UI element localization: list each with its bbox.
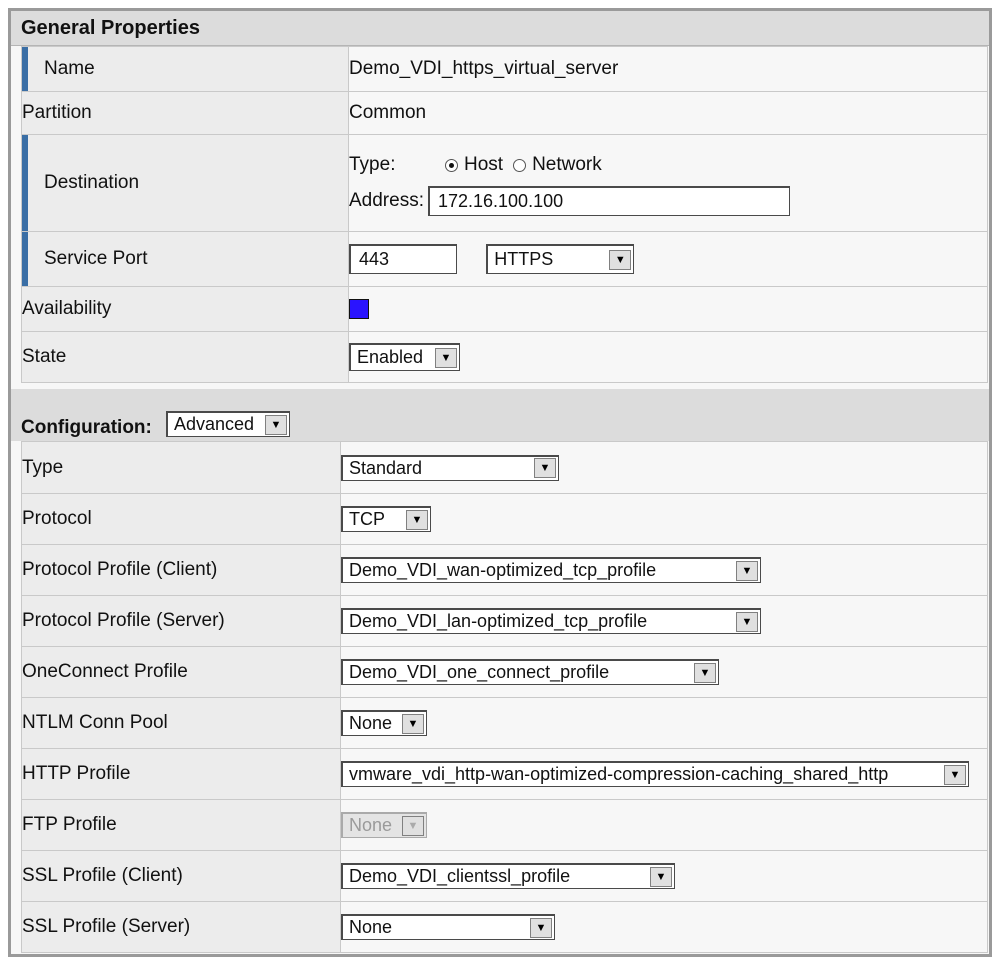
config-row-label: NTLM Conn Pool [21, 697, 341, 749]
config-select-value: TCP [349, 509, 385, 529]
config-row-value: None ▼ [340, 901, 988, 953]
config-select[interactable]: TCP ▼ [341, 506, 431, 532]
general-properties-table: Name Demo_VDI_https_virtual_server Parti… [21, 46, 988, 383]
state-select-value: Enabled [357, 347, 424, 367]
availability-label: Availability [21, 286, 349, 332]
config-row-value: TCP ▼ [340, 493, 988, 545]
config-select[interactable]: Demo_VDI_one_connect_profile ▼ [341, 659, 719, 685]
config-select[interactable]: Demo_VDI_clientssl_profile ▼ [341, 863, 675, 889]
config-row-label: Protocol [21, 493, 341, 545]
config-select-value: vmware_vdi_http-wan-optimized-compressio… [349, 764, 889, 784]
config-row-value: Standard ▼ [340, 441, 988, 494]
chevron-down-icon: ▼ [530, 917, 552, 938]
address-input[interactable]: 172.16.100.100 [427, 186, 790, 216]
host-radio-label: Host [464, 154, 504, 175]
config-row-label: Protocol Profile (Client) [21, 544, 341, 596]
config-row-label: OneConnect Profile [21, 646, 341, 698]
partition-label: Partition [21, 91, 349, 135]
config-row-value: None ▼ [340, 799, 988, 851]
chevron-down-icon: ▼ [406, 509, 428, 530]
host-radio[interactable] [445, 158, 458, 172]
chevron-down-icon: ▼ [609, 249, 632, 270]
chevron-down-icon: ▼ [694, 662, 716, 683]
configuration-mode-value: Advanced [174, 414, 255, 434]
configuration-mode-select[interactable]: Advanced ▼ [166, 411, 290, 437]
config-select[interactable]: Demo_VDI_wan-optimized_tcp_profile ▼ [341, 557, 761, 583]
chevron-down-icon: ▼ [435, 347, 457, 368]
service-port-select-value: HTTPS [494, 249, 554, 269]
config-select-value: None [349, 917, 393, 937]
chevron-down-icon: ▼ [534, 458, 556, 478]
address-label: Address: [349, 190, 424, 211]
config-select-value: Demo_VDI_clientssl_profile [349, 866, 571, 886]
config-select[interactable]: None ▼ [341, 914, 555, 940]
config-row-label: SSL Profile (Client) [21, 850, 341, 902]
chevron-down-icon: ▼ [265, 414, 287, 435]
config-select[interactable]: None ▼ [341, 710, 427, 736]
chevron-down-icon: ▼ [736, 611, 758, 632]
config-row: OneConnect Profile Demo_VDI_one_connect_p… [21, 646, 988, 698]
availability-status-icon [349, 298, 369, 319]
config-row-value: Demo_VDI_one_connect_profile ▼ [340, 646, 988, 698]
config-row: SSL Profile (Client) Demo_VDI_clientssl_p… [21, 850, 988, 902]
config-row: Protocol Profile (Client) Demo_VDI_wan-op… [21, 544, 988, 596]
state-label: State [21, 331, 349, 383]
config-row: Type Standard ▼ [21, 441, 988, 494]
config-row: HTTP Profile vmware_vdi_http-wan-optimize… [21, 748, 988, 800]
general-properties-header: General Properties [11, 11, 989, 46]
configuration-table: Type Standard ▼ Protocol TCP ▼ Protocol Profil… [21, 441, 988, 953]
config-row-label: Type [21, 441, 341, 494]
destination-field: Type: Host Network Address: 172.16.100.1… [348, 134, 988, 232]
config-row: Protocol Profile (Server) Demo_VDI_lan-op… [21, 595, 988, 647]
config-row-value: vmware_vdi_http-wan-optimized-compressio… [340, 748, 988, 800]
network-radio-label: Network [532, 154, 602, 175]
state-select[interactable]: Enabled ▼ [349, 343, 460, 371]
config-select[interactable]: Standard ▼ [341, 454, 559, 481]
config-row-value: None ▼ [340, 697, 988, 749]
config-select-value: Demo_VDI_one_connect_profile [349, 662, 610, 682]
chevron-down-icon: ▼ [736, 560, 758, 581]
chevron-down-icon: ▼ [402, 815, 424, 836]
service-port-input[interactable]: 443 [349, 244, 457, 274]
config-select[interactable]: vmware_vdi_http-wan-optimized-compressio… [341, 761, 969, 787]
service-port-label: Service Port [21, 231, 349, 287]
config-select-value: Demo_VDI_lan-optimized_tcp_profile [349, 611, 648, 631]
partition-value: Common [348, 91, 988, 135]
config-select-value: Standard [349, 457, 423, 478]
config-select[interactable]: Demo_VDI_lan-optimized_tcp_profile ▼ [341, 608, 761, 634]
config-select-value: None [349, 713, 393, 733]
config-row: NTLM Conn Pool None ▼ [21, 697, 988, 749]
config-row: FTP Profile None ▼ [21, 799, 988, 851]
config-row-value: Demo_VDI_lan-optimized_tcp_profile ▼ [340, 595, 988, 647]
config-row: SSL Profile (Server) None ▼ [21, 901, 988, 953]
service-port-select[interactable]: HTTPS ▼ [486, 244, 635, 274]
virtual-server-properties-panel: General Properties Name Demo_VDI_https_v… [8, 8, 992, 957]
configuration-header: Configuration: Advanced ▼ [11, 389, 989, 441]
chevron-down-icon: ▼ [650, 866, 672, 887]
config-select: None ▼ [341, 812, 427, 838]
destination-type-label: Type: [349, 154, 396, 175]
config-select-value: Demo_VDI_wan-optimized_tcp_profile [349, 560, 657, 580]
chevron-down-icon: ▼ [402, 713, 424, 734]
name-label: Name [21, 46, 349, 92]
config-row-value: Demo_VDI_wan-optimized_tcp_profile ▼ [340, 544, 988, 596]
config-row-label: Protocol Profile (Server) [21, 595, 341, 647]
chevron-down-icon: ▼ [944, 764, 966, 785]
config-row-label: SSL Profile (Server) [21, 901, 341, 953]
state-field: Enabled ▼ [348, 331, 988, 383]
configuration-label: Configuration: [21, 417, 152, 438]
config-row-label: FTP Profile [21, 799, 341, 851]
availability-field [348, 286, 988, 332]
service-port-field: 443 HTTPS ▼ [348, 231, 988, 287]
destination-label: Destination [21, 134, 349, 232]
config-row-value: Demo_VDI_clientssl_profile ▼ [340, 850, 988, 902]
network-radio[interactable] [513, 158, 527, 172]
config-select-value: None [349, 815, 393, 835]
config-row-label: HTTP Profile [21, 748, 341, 800]
config-row: Protocol TCP ▼ [21, 493, 988, 545]
name-value: Demo_VDI_https_virtual_server [348, 46, 988, 92]
